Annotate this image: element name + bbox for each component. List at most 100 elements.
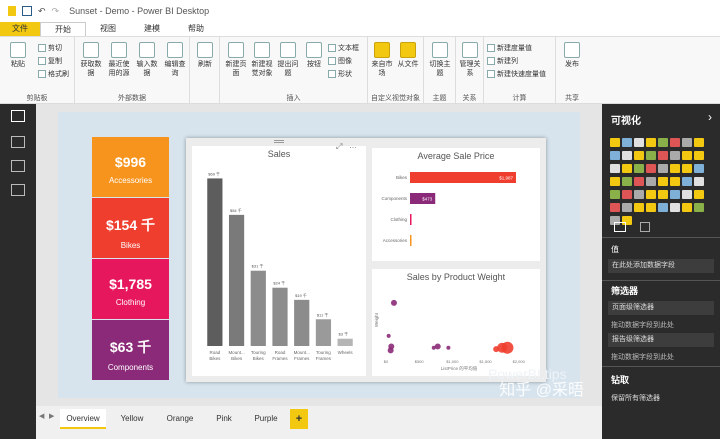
cut-button[interactable]: 剪切 (38, 43, 62, 53)
get-data-button[interactable]: 获取数据 (79, 42, 103, 78)
values-drop-zone[interactable]: 在此处添加数据字段 (608, 259, 714, 273)
visual-type-100-bar-icon[interactable] (658, 177, 668, 186)
visual-type-stacked-bar-icon[interactable] (610, 203, 620, 212)
report-page[interactable]: $996 Accessories $154 千 Bikes $1,785 Clo… (58, 112, 580, 398)
visual-type-100-bar-icon[interactable] (658, 164, 668, 173)
visual-type-100-column-icon[interactable] (670, 164, 680, 173)
visual-type-column-chart-icon[interactable] (622, 164, 632, 173)
visual-type-stacked-bar-icon[interactable] (610, 190, 620, 199)
ask-question-button[interactable]: 提出问题 (276, 42, 300, 78)
image-button[interactable]: 图像 (328, 56, 352, 66)
visual-type-clustered-bar-icon[interactable] (634, 151, 644, 160)
visual-type-clustered-bar-icon[interactable] (634, 177, 644, 186)
visual-type-stacked-bar-icon[interactable] (610, 151, 620, 160)
tab-file[interactable]: 文件 (0, 22, 40, 36)
visual-type-clustered-column-icon[interactable] (646, 190, 656, 199)
visual-type-stacked-bar-icon[interactable] (610, 138, 620, 147)
tab-modeling[interactable]: 建模 (130, 22, 174, 36)
visual-type-line-chart-icon[interactable] (682, 177, 692, 186)
button-button[interactable]: 按钮 (302, 42, 326, 69)
page-filters-drop-zone[interactable]: 拖动数据字段到此处 (611, 320, 674, 330)
undo-icon[interactable]: ↶ (38, 6, 46, 17)
visual-type-clustered-bar-icon[interactable] (634, 203, 644, 212)
visual-type-100-column-icon[interactable] (670, 177, 680, 186)
visual-type-clustered-column-icon[interactable] (646, 138, 656, 147)
kpi-tile-accessories[interactable]: $996 Accessories (92, 137, 169, 197)
visual-type-area-chart-icon[interactable] (694, 177, 704, 186)
visual-type-column-chart-icon[interactable] (622, 138, 632, 147)
redo-icon[interactable]: ↷ (52, 6, 60, 17)
page-tab-overview[interactable]: Overview (60, 409, 106, 429)
enter-data-button[interactable]: 输入数据 (135, 42, 159, 78)
visual-type-line-chart-icon[interactable] (682, 164, 692, 173)
visual-type-clustered-column-icon[interactable] (646, 164, 656, 173)
recent-sources-button[interactable]: 最近使用的源 (107, 42, 131, 78)
sales-chart[interactable]: Sales $69 千 Road Bikes $54 千 Mount... Bikes $3… (192, 140, 366, 376)
new-measure-button[interactable]: 新建度量值 (487, 43, 532, 53)
format-tab-icon[interactable] (640, 222, 650, 232)
visual-type-line-chart-icon[interactable] (682, 203, 692, 212)
visual-type-area-chart-icon[interactable] (694, 138, 704, 147)
visual-type-clustered-bar-icon[interactable] (634, 190, 644, 199)
visual-type-stacked-bar-icon[interactable] (610, 177, 620, 186)
page-tab-yellow[interactable]: Yellow (110, 409, 154, 429)
collapse-chevron-icon[interactable]: › (708, 110, 712, 124)
tab-view[interactable]: 视图 (86, 22, 130, 36)
visual-type-area-chart-icon[interactable] (694, 164, 704, 173)
page-tab-orange[interactable]: Orange (158, 409, 202, 429)
visual-type-line-chart-icon[interactable] (682, 151, 692, 160)
report-view-icon[interactable] (11, 110, 25, 122)
report-filters-drop-zone[interactable]: 拖动数据字段到此处 (611, 352, 674, 362)
format-painter-button[interactable]: 格式刷 (38, 69, 69, 79)
visual-type-clustered-bar-icon[interactable] (634, 164, 644, 173)
kpi-tile-components[interactable]: $63 千 Components (92, 320, 169, 380)
page-tab-pink[interactable]: Pink (206, 409, 242, 429)
visual-type-100-column-icon[interactable] (670, 138, 680, 147)
visual-type-100-bar-icon[interactable] (658, 138, 668, 147)
focus-mode-icon[interactable]: ⤢ (336, 142, 342, 152)
visual-type-line-chart-icon[interactable] (682, 138, 692, 147)
kpi-tile-bikes[interactable]: $154 千 Bikes (92, 198, 169, 258)
kpi-tile-clothing[interactable]: $1,785 Clothing (92, 259, 169, 319)
add-page-button[interactable]: + (290, 409, 308, 429)
visual-type-column-chart-icon[interactable] (622, 177, 632, 186)
keep-all-filters-toggle[interactable]: 保留所有筛选器 (611, 393, 660, 403)
visual-type-clustered-column-icon[interactable] (646, 151, 656, 160)
page-tab-purple[interactable]: Purple (246, 409, 286, 429)
textbox-button[interactable]: 文本框 (328, 43, 359, 53)
visual-type-100-column-icon[interactable] (670, 151, 680, 160)
visual-type-clustered-bar-icon[interactable] (634, 138, 644, 147)
shapes-button[interactable]: 形状 (328, 69, 352, 79)
drag-handle-icon[interactable] (274, 140, 284, 143)
new-column-button[interactable]: 新建列 (487, 56, 518, 66)
visual-type-100-bar-icon[interactable] (658, 203, 668, 212)
visual-type-line-chart-icon[interactable] (682, 190, 692, 199)
visual-type-clustered-column-icon[interactable] (646, 177, 656, 186)
from-market-button[interactable]: 来自市场 (370, 42, 394, 78)
relationship-view-icon[interactable] (11, 184, 25, 196)
tab-home[interactable]: 开始 (40, 22, 86, 36)
visual-type-column-chart-icon[interactable] (622, 151, 632, 160)
refresh-button[interactable]: 刷新 (193, 42, 217, 69)
visual-type-column-chart-icon[interactable] (622, 190, 632, 199)
new-quick-measure-button[interactable]: 新建快速度量值 (487, 69, 546, 79)
paste-button[interactable]: 粘贴 (6, 42, 30, 69)
visual-type-100-bar-icon[interactable] (658, 190, 668, 199)
tab-help[interactable]: 帮助 (174, 22, 218, 36)
copy-button[interactable]: 复制 (38, 56, 62, 66)
scroll-left-icon[interactable]: ◀ (39, 412, 44, 420)
avg-sale-price-chart[interactable]: Average Sale Price Bikes $1,987 Components… (372, 148, 540, 261)
visual-type-100-column-icon[interactable] (670, 203, 680, 212)
manage-relationships-button[interactable]: 管理关系 (458, 42, 482, 78)
sales-by-weight-chart[interactable]: Sales by Product Weight Weight $0 $500 $1,0… (372, 269, 540, 376)
save-icon[interactable] (22, 6, 32, 16)
edit-queries-button[interactable]: 编辑查询 (163, 42, 187, 78)
model-view-icon[interactable] (11, 160, 25, 172)
scroll-right-icon[interactable]: ▶ (49, 412, 54, 420)
visual-type-area-chart-icon[interactable] (694, 151, 704, 160)
visual-type-column-chart-icon[interactable] (622, 203, 632, 212)
visual-type-100-bar-icon[interactable] (658, 151, 668, 160)
visual-type-stacked-bar-icon[interactable] (610, 164, 620, 173)
fields-tab-icon[interactable] (614, 222, 626, 232)
new-visual-button[interactable]: 新建视觉对象 (250, 42, 274, 78)
